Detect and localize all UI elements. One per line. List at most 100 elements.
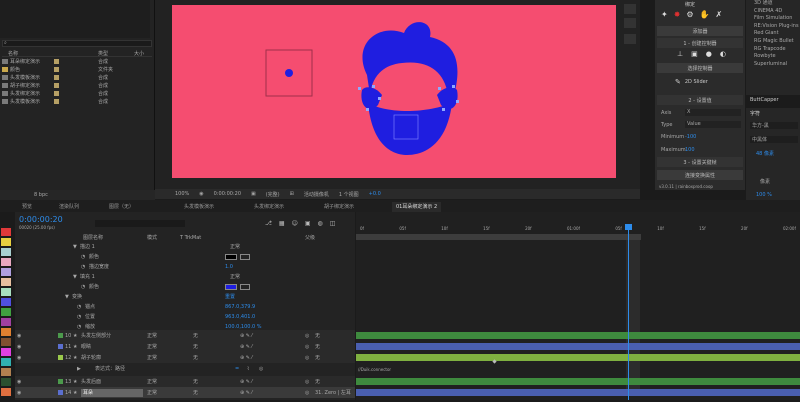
- layer-bar[interactable]: [356, 378, 800, 385]
- tab-comp-hair-rig[interactable]: 头发绑定演示: [250, 202, 288, 212]
- effect-category[interactable]: 3D 通道: [746, 0, 800, 8]
- current-time[interactable]: 0:00:00:20: [19, 215, 63, 224]
- chain-icon[interactable]: ⚙: [686, 10, 693, 19]
- tab-preview[interactable]: 预览: [18, 202, 36, 212]
- parent-select[interactable]: 无: [315, 378, 320, 385]
- select-controller-button[interactable]: 选择控制器: [657, 63, 743, 73]
- pickwhip-icon[interactable]: ◎: [305, 355, 309, 361]
- color-swatch-black[interactable]: [225, 253, 237, 260]
- trkmat-select[interactable]: 无: [193, 389, 198, 396]
- project-item[interactable]: 头发绑定演示 合成: [2, 90, 152, 97]
- timeline-tracks[interactable]: 0f 05f 10f 15f 20f 01:00f 05f 10f 15f 20…: [356, 212, 800, 400]
- property-value[interactable]: 100.0,100.0 %: [225, 324, 262, 330]
- pin-icon[interactable]: ⊥: [677, 50, 683, 58]
- switches[interactable]: ⊕ ✎ ⁄: [240, 390, 252, 396]
- scale-input[interactable]: 100 %: [756, 192, 772, 198]
- pickwhip-icon[interactable]: ◎: [305, 390, 309, 396]
- layer-color-label[interactable]: [58, 355, 63, 360]
- stopwatch-icon[interactable]: ◔: [77, 324, 81, 330]
- graph-editor-icon[interactable]: ◫: [330, 220, 336, 227]
- slider-row[interactable]: ✎ 2D Slider: [675, 78, 708, 86]
- layer-color-label[interactable]: [58, 379, 63, 384]
- axis-select[interactable]: X: [685, 109, 741, 116]
- pickwhip-icon[interactable]: ◎: [305, 333, 309, 339]
- project-search-input[interactable]: ⌕: [2, 40, 152, 47]
- layer-bar-selected[interactable]: [356, 389, 800, 396]
- expression-text[interactable]: //Duik.connector: [358, 367, 391, 372]
- project-item[interactable]: 胡子绑定演示 合成: [2, 82, 152, 89]
- font-size-input[interactable]: 48 像素: [756, 150, 774, 157]
- parent-select[interactable]: 31. Zero | 左耳: [315, 389, 351, 396]
- trkmat-select[interactable]: 无: [193, 332, 198, 339]
- layer-name[interactable]: 耳朵: [81, 388, 143, 397]
- layer-row-selected[interactable]: ◉ 14 ★ 耳朵 正常 无 ⊕ ✎ ⁄ ◎ 31. Zero | 左耳: [15, 387, 355, 398]
- eye-icon[interactable]: ◐: [720, 50, 726, 58]
- tool-icon[interactable]: ✗: [716, 10, 723, 19]
- shy-icon[interactable]: ☺: [292, 220, 298, 227]
- layer-name[interactable]: 胡子轮廓: [81, 354, 101, 361]
- keyframe-marker[interactable]: [492, 359, 497, 364]
- zoom-select[interactable]: 100%: [175, 191, 189, 197]
- viewer-scroll-right-2[interactable]: [624, 18, 636, 28]
- effect-category[interactable]: CINEMA 4D: [746, 8, 800, 16]
- pickwhip-icon[interactable]: ◎: [305, 379, 309, 385]
- parent-select[interactable]: 无: [315, 354, 320, 361]
- trkmat-select[interactable]: 无: [193, 378, 198, 385]
- project-item[interactable]: 耳朵绑定演示 合成: [2, 58, 152, 65]
- layer-mode-select[interactable]: 正常: [147, 378, 157, 385]
- font-style-select[interactable]: 中黑体: [750, 136, 798, 143]
- project-item[interactable]: 头发模板演示 合成: [2, 98, 152, 105]
- visibility-eye-icon[interactable]: ◉: [17, 379, 21, 385]
- eyedropper-icon[interactable]: [240, 283, 250, 290]
- layer-color-label[interactable]: [58, 390, 63, 395]
- property-value[interactable]: 867.0,379.9: [225, 304, 255, 310]
- layer-bar[interactable]: [356, 354, 800, 361]
- switches[interactable]: ⊕ ✎ ⁄: [240, 355, 252, 361]
- layer-row[interactable]: ◉ 13 ★ 头发后面 正常 无 ⊕ ✎ ⁄ ◎ 无: [15, 376, 355, 387]
- timecode-display[interactable]: 0:00:00:20: [214, 191, 241, 197]
- circle-icon[interactable]: ●: [706, 50, 712, 58]
- tab-comp-ear-rig[interactable]: 01耳朵绑定演示 2: [392, 202, 442, 212]
- exposure-value[interactable]: +0.0: [369, 191, 381, 197]
- create-controller-button[interactable]: 1 - 创建控制器: [657, 38, 743, 48]
- adder-button[interactable]: 添加器: [657, 26, 743, 36]
- trkmat-select[interactable]: 无: [193, 343, 198, 350]
- grid-icon[interactable]: ⊞: [290, 191, 294, 197]
- property-value[interactable]: 963.0,401.0: [225, 314, 255, 320]
- set-value-button[interactable]: 2 - 设置值: [657, 95, 743, 105]
- square-icon[interactable]: ▣: [691, 50, 698, 58]
- project-item[interactable]: 颜色 文件夹: [2, 66, 152, 73]
- effect-category[interactable]: Red Giant: [746, 30, 800, 38]
- snapshot-icon[interactable]: ▣: [251, 191, 256, 197]
- stopwatch-icon[interactable]: ◔: [77, 304, 81, 310]
- property-value[interactable]: 正常: [230, 243, 240, 250]
- layer-mode-select[interactable]: 正常: [147, 332, 157, 339]
- visibility-eye-icon[interactable]: ◉: [17, 355, 21, 361]
- expression-graph-icon[interactable]: ⌇: [247, 366, 249, 372]
- layer-row[interactable]: ◉ 10 ★ 头发左侧部分 正常 无 ⊕ ✎ ⁄ ◎ 无: [15, 330, 355, 341]
- tab-render-queue[interactable]: 渲染队列: [55, 202, 83, 212]
- quality-select[interactable]: (完整): [266, 191, 280, 198]
- stopwatch-icon[interactable]: ◔: [81, 284, 85, 290]
- stopwatch-icon[interactable]: ◔: [81, 254, 85, 260]
- expression-arrow-icon[interactable]: ▶: [77, 366, 81, 372]
- type-select[interactable]: Value: [685, 121, 741, 128]
- camera-select[interactable]: 活动摄像机: [304, 191, 329, 198]
- set-keyframes-button[interactable]: 3 - 设置关键帧: [657, 157, 743, 167]
- switches[interactable]: ⊕ ✎ ⁄: [240, 379, 252, 385]
- effect-category[interactable]: RG Magic Bullet: [746, 38, 800, 46]
- layer-row[interactable]: ◉ 11 ★ 眼睛 正常 无 ⊕ ✎ ⁄ ◎ 无: [15, 341, 355, 352]
- frame-blend-icon[interactable]: ▣: [305, 220, 311, 227]
- effect-category[interactable]: RE:Vision Plug-ins: [746, 23, 800, 31]
- layer-mode-select[interactable]: 正常: [147, 354, 157, 361]
- tab-comp-hair-template[interactable]: 头发模板演示: [180, 202, 218, 212]
- switches[interactable]: ⊕ ✎ ⁄: [240, 333, 252, 339]
- layer-name[interactable]: 头发后面: [81, 378, 101, 385]
- layer-name[interactable]: 眼睛: [81, 343, 91, 350]
- layer-bar[interactable]: [356, 332, 800, 339]
- viewer-scroll-right[interactable]: [624, 4, 636, 14]
- draft-3d-icon[interactable]: ▦: [279, 220, 285, 227]
- camera-icon[interactable]: ◉: [199, 191, 203, 197]
- timeline-search-input[interactable]: [95, 220, 185, 227]
- maximum-input[interactable]: 100: [685, 147, 695, 153]
